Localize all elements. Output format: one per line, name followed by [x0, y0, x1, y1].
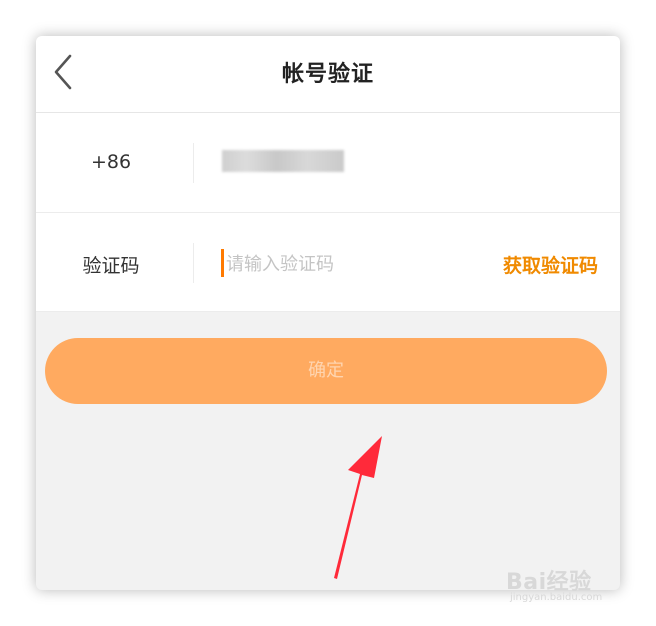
nav-header: 帐号验证 [36, 36, 620, 113]
page-title: 帐号验证 [281, 62, 374, 87]
phone-number-blurred [222, 150, 344, 172]
divider [193, 143, 194, 183]
get-code-button[interactable]: 获取验证码 [503, 251, 598, 278]
country-code[interactable]: +86 [36, 151, 186, 173]
code-input[interactable] [220, 249, 458, 279]
phone-row: +86 [36, 113, 620, 213]
phone-screen: 帐号验证 +86 验证码 获取验证码 确定 [36, 36, 620, 590]
confirm-button[interactable]: 确定 [45, 338, 607, 404]
annotation-arrow-icon [334, 436, 382, 579]
code-label: 验证码 [82, 255, 140, 277]
text-caret [221, 249, 224, 277]
watermark-url: jingyan.baidu.com [510, 592, 603, 603]
verification-form: +86 验证码 获取验证码 [36, 113, 620, 312]
watermark: Bai经验 jingyan.baidu.com [506, 560, 626, 610]
divider [193, 243, 194, 283]
code-row: 验证码 获取验证码 [36, 213, 620, 312]
